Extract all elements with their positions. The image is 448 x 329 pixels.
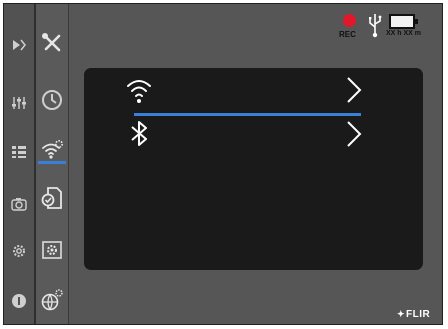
gear-icon[interactable] — [7, 239, 31, 263]
selected-row-highlight — [134, 113, 361, 116]
logo-mark-icon: ✦ — [397, 309, 406, 319]
clock-icon[interactable] — [39, 86, 65, 114]
camera-screen: REC XX h XX m ✦FLIR — [3, 3, 443, 325]
info-icon[interactable] — [7, 289, 31, 313]
list-icon[interactable] — [7, 140, 31, 164]
chevron-right-icon — [344, 76, 364, 104]
active-tab-indicator — [38, 161, 66, 164]
sliders-icon[interactable] — [7, 91, 31, 115]
sidebar-divider — [68, 4, 69, 324]
tools-icon[interactable] — [39, 29, 65, 57]
bluetooth-icon — [124, 118, 154, 150]
wifi-settings-icon[interactable] — [39, 136, 65, 164]
image-settings-icon[interactable] — [39, 236, 65, 264]
battery-icon — [389, 14, 418, 29]
chevron-right-icon — [344, 120, 364, 148]
play-icon[interactable] — [7, 33, 31, 57]
record-indicator-icon — [343, 14, 356, 27]
camera-icon[interactable] — [7, 192, 31, 216]
globe-settings-icon[interactable] — [39, 286, 65, 314]
wifi-icon — [124, 74, 154, 106]
record-label: REC — [339, 30, 356, 39]
brand-logo: ✦FLIR — [397, 309, 430, 320]
usb-icon — [368, 12, 382, 38]
menu-item-bluetooth[interactable] — [124, 118, 404, 150]
menu-item-wifi[interactable] — [124, 74, 404, 106]
logo-text: FLIR — [406, 309, 431, 320]
battery-time-label: XX h XX m — [386, 30, 422, 37]
connectivity-menu — [84, 68, 423, 270]
document-check-icon[interactable] — [39, 184, 65, 212]
